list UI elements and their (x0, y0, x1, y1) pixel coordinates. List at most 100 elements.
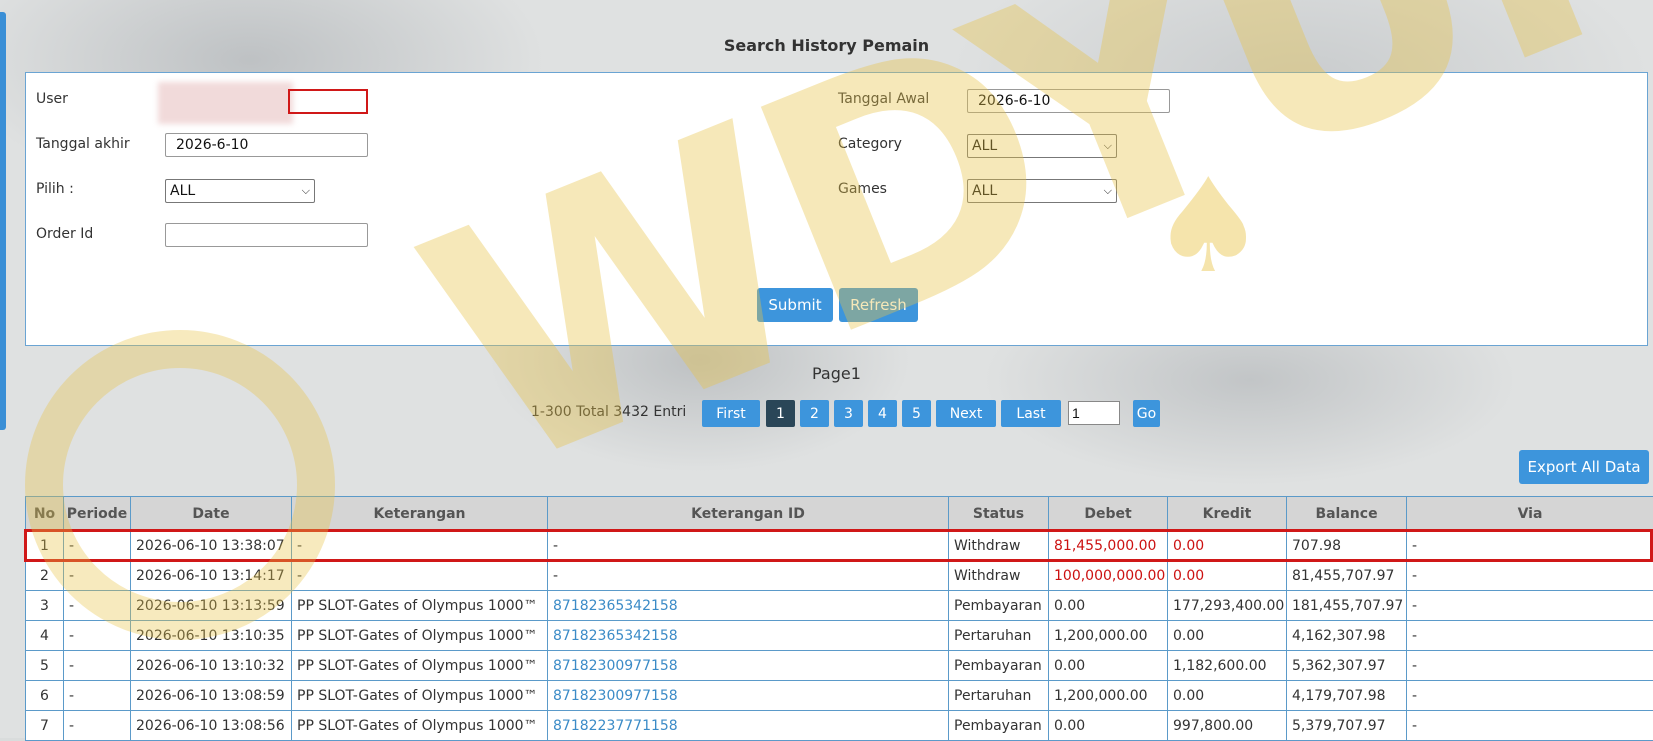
cell-no: 5 (26, 651, 64, 681)
page-4-button[interactable]: 4 (868, 400, 897, 427)
user-field-highlight[interactable] (288, 89, 368, 114)
cell-kredit: 0.00 (1168, 531, 1287, 561)
cell-no: 7 (26, 711, 64, 741)
first-page-button[interactable]: First (702, 400, 760, 427)
column-header-keterangan-id[interactable]: Keterangan ID (548, 497, 949, 531)
next-page-button[interactable]: Next (936, 400, 996, 427)
page-2-button[interactable]: 2 (800, 400, 829, 427)
cell-periode: - (64, 531, 131, 561)
submit-button[interactable]: Submit (757, 288, 833, 322)
cell-keterangan: PP SLOT-Gates of Olympus 1000™ (292, 591, 548, 621)
keterangan-id-link[interactable]: 87182365342158 (548, 591, 949, 621)
sidebar-edge (0, 12, 6, 430)
cell-keterangan-id: - (548, 561, 949, 591)
column-header-no[interactable]: No (26, 497, 64, 531)
table-row: 1 - 2026-06-10 13:38:07 - - Withdraw 81,… (26, 531, 1653, 561)
cell-kredit: 177,293,400.00 (1168, 591, 1287, 621)
order-id-input[interactable] (165, 223, 368, 247)
column-header-keterangan[interactable]: Keterangan (292, 497, 548, 531)
cell-balance: 5,362,307.97 (1287, 651, 1407, 681)
cell-keterangan: PP SLOT-Gates of Olympus 1000™ (292, 621, 548, 651)
cell-kredit: 0.00 (1168, 561, 1287, 591)
cell-no: 3 (26, 591, 64, 621)
cell-status: Withdraw (949, 531, 1049, 561)
column-header-status[interactable]: Status (949, 497, 1049, 531)
cell-date: 2026-06-10 13:08:56 (131, 711, 292, 741)
keterangan-id-link[interactable]: 87182237771158 (548, 711, 949, 741)
cell-date: 2026-06-10 13:38:07 (131, 531, 292, 561)
chevron-down-icon: ⌵ (1104, 139, 1112, 153)
pilih-select-value: ALL (170, 183, 195, 199)
cell-kredit: 0.00 (1168, 681, 1287, 711)
page-3-button[interactable]: 3 (834, 400, 863, 427)
games-select[interactable]: ALL ⌵ (967, 179, 1117, 203)
cell-balance: 4,179,707.98 (1287, 681, 1407, 711)
export-all-data-button[interactable]: Export All Data (1519, 450, 1649, 484)
cell-periode: - (64, 561, 131, 591)
cell-via: - (1407, 561, 1653, 591)
cell-balance: 4,162,307.98 (1287, 621, 1407, 651)
cell-status: Pembayaran (949, 711, 1049, 741)
cell-debet: 0.00 (1049, 711, 1168, 741)
cell-status: Pembayaran (949, 591, 1049, 621)
category-select-value: ALL (972, 138, 997, 154)
last-page-button[interactable]: Last (1001, 400, 1061, 427)
cell-debet: 1,200,000.00 (1049, 681, 1168, 711)
cell-via: - (1407, 591, 1653, 621)
games-select-value: ALL (972, 183, 997, 199)
keterangan-id-link[interactable]: 87182300977158 (548, 681, 949, 711)
cell-date: 2026-06-10 13:08:59 (131, 681, 292, 711)
cell-kredit: 0.00 (1168, 621, 1287, 651)
cell-balance: 181,455,707.97 (1287, 591, 1407, 621)
cell-periode: - (64, 651, 131, 681)
cell-debet: 81,455,000.00 (1049, 531, 1168, 561)
column-header-date[interactable]: Date (131, 497, 292, 531)
keterangan-id-link[interactable]: 87182365342158 (548, 621, 949, 651)
cell-date: 2026-06-10 13:10:35 (131, 621, 292, 651)
column-header-balance[interactable]: Balance (1287, 497, 1407, 531)
column-header-periode[interactable]: Periode (64, 497, 131, 531)
page-title: Search History Pemain (0, 36, 1653, 55)
category-select[interactable]: ALL ⌵ (967, 134, 1117, 158)
cell-keterangan: - (292, 561, 548, 591)
cell-periode: - (64, 621, 131, 651)
cell-via: - (1407, 621, 1653, 651)
column-header-via[interactable]: Via (1407, 497, 1653, 531)
redacted-user-value (158, 82, 293, 124)
cell-date: 2026-06-10 13:13:59 (131, 591, 292, 621)
cell-keterangan: PP SLOT-Gates of Olympus 1000™ (292, 681, 548, 711)
cell-status: Pertaruhan (949, 621, 1049, 651)
cell-status: Pertaruhan (949, 681, 1049, 711)
refresh-button[interactable]: Refresh (839, 288, 918, 322)
table-row: 7 - 2026-06-10 13:08:56 PP SLOT-Gates of… (26, 711, 1653, 741)
cell-debet: 1,200,000.00 (1049, 621, 1168, 651)
table-header-row: No Periode Date Keterangan Keterangan ID… (26, 497, 1653, 531)
cell-periode: - (64, 591, 131, 621)
category-label: Category (838, 136, 902, 152)
goto-page-input[interactable] (1068, 401, 1120, 425)
table-row: 4 - 2026-06-10 13:10:35 PP SLOT-Gates of… (26, 621, 1653, 651)
go-button[interactable]: Go (1133, 400, 1160, 427)
cell-keterangan: - (292, 531, 548, 561)
tanggal-awal-label: Tanggal Awal (838, 91, 929, 107)
current-page-label: Page1 (812, 364, 861, 383)
table-row: 6 - 2026-06-10 13:08:59 PP SLOT-Gates of… (26, 681, 1653, 711)
cell-keterangan: PP SLOT-Gates of Olympus 1000™ (292, 711, 548, 741)
cell-date: 2026-06-10 13:10:32 (131, 651, 292, 681)
cell-kredit: 1,182,600.00 (1168, 651, 1287, 681)
column-header-kredit[interactable]: Kredit (1168, 497, 1287, 531)
tanggal-akhir-input[interactable] (165, 133, 368, 157)
table-row: 3 - 2026-06-10 13:13:59 PP SLOT-Gates of… (26, 591, 1653, 621)
cell-status: Pembayaran (949, 651, 1049, 681)
table-row: 5 - 2026-06-10 13:10:32 PP SLOT-Gates of… (26, 651, 1653, 681)
page-1-button[interactable]: 1 (766, 400, 795, 427)
cell-via: - (1407, 711, 1653, 741)
cell-status: Withdraw (949, 561, 1049, 591)
page-5-button[interactable]: 5 (902, 400, 931, 427)
tanggal-awal-input[interactable] (967, 89, 1170, 113)
cell-date: 2026-06-10 13:14:17 (131, 561, 292, 591)
cell-debet: 0.00 (1049, 651, 1168, 681)
keterangan-id-link[interactable]: 87182300977158 (548, 651, 949, 681)
column-header-debet[interactable]: Debet (1049, 497, 1168, 531)
pilih-select[interactable]: ALL ⌵ (165, 179, 315, 203)
